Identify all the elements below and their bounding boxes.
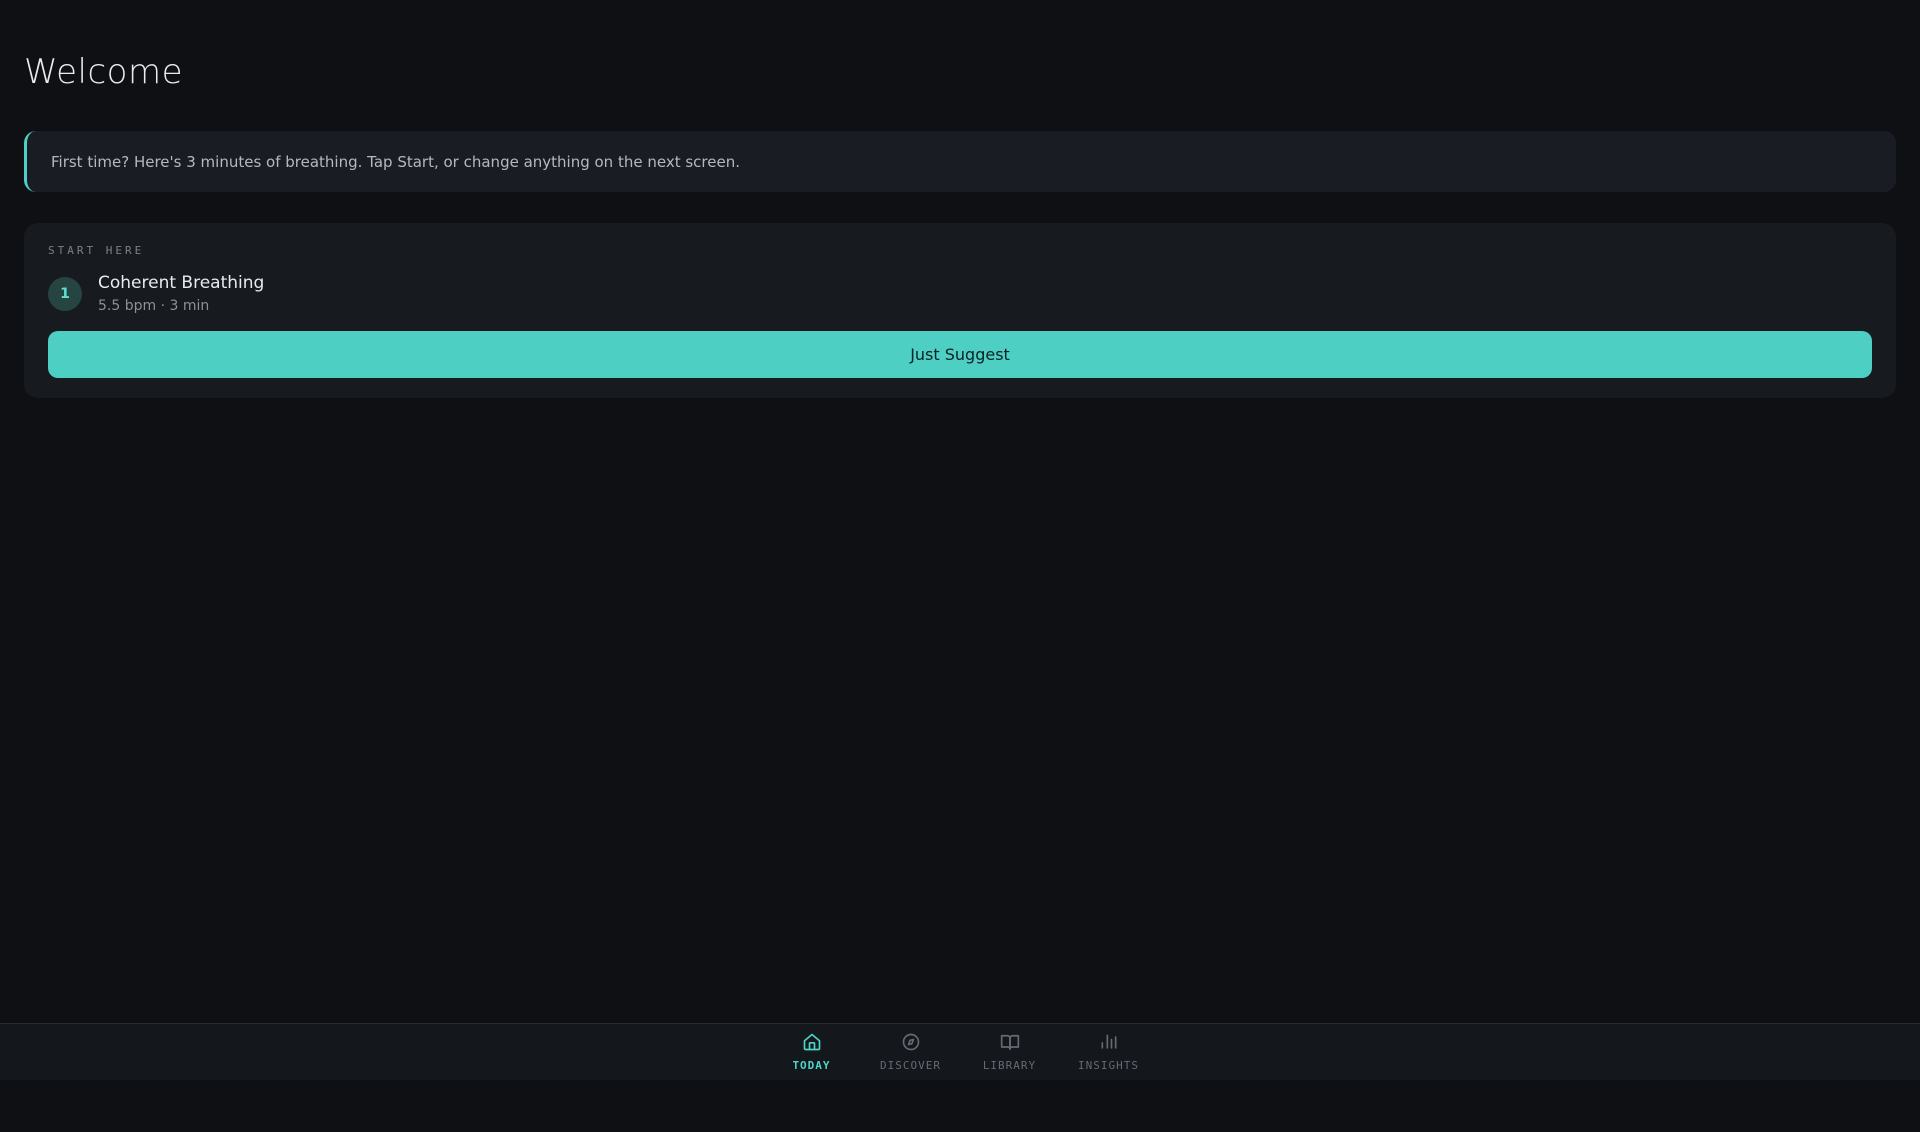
nav-item-discover[interactable]: DISCOVER <box>879 1032 943 1072</box>
nav-item-library[interactable]: LIBRARY <box>978 1032 1042 1072</box>
book-open-icon <box>1000 1032 1020 1056</box>
exercise-info: Coherent Breathing 5.5 bpm · 3 min <box>98 273 264 314</box>
exercise-title: Coherent Breathing <box>98 273 264 293</box>
exercise-subtitle: 5.5 bpm · 3 min <box>98 298 264 314</box>
bar-chart-icon <box>1099 1032 1119 1056</box>
nav-label-library: LIBRARY <box>983 1059 1036 1072</box>
nav-label-today: TODAY <box>792 1059 830 1072</box>
start-here-card: START HERE 1 Coherent Breathing 5.5 bpm … <box>24 223 1896 398</box>
nav-item-today[interactable]: TODAY <box>780 1032 844 1072</box>
compass-icon <box>901 1032 921 1056</box>
nav-label-discover: DISCOVER <box>880 1059 941 1072</box>
first-time-banner: First time? Here's 3 minutes of breathin… <box>24 131 1896 192</box>
nav-label-insights: INSIGHTS <box>1078 1059 1139 1072</box>
bottom-navigation: TODAY DISCOVER LIBRARY <box>0 1023 1920 1080</box>
just-suggest-button[interactable]: Just Suggest <box>48 331 1872 378</box>
exercise-row: 1 Coherent Breathing 5.5 bpm · 3 min <box>48 273 1872 314</box>
main-content: Welcome First time? Here's 3 minutes of … <box>0 52 1920 398</box>
nav-item-insights[interactable]: INSIGHTS <box>1077 1032 1141 1072</box>
page-title: Welcome <box>24 52 1896 92</box>
first-time-banner-text: First time? Here's 3 minutes of breathin… <box>51 153 740 171</box>
section-label: START HERE <box>48 244 1872 257</box>
step-number-badge: 1 <box>48 277 82 311</box>
home-icon <box>802 1032 822 1056</box>
